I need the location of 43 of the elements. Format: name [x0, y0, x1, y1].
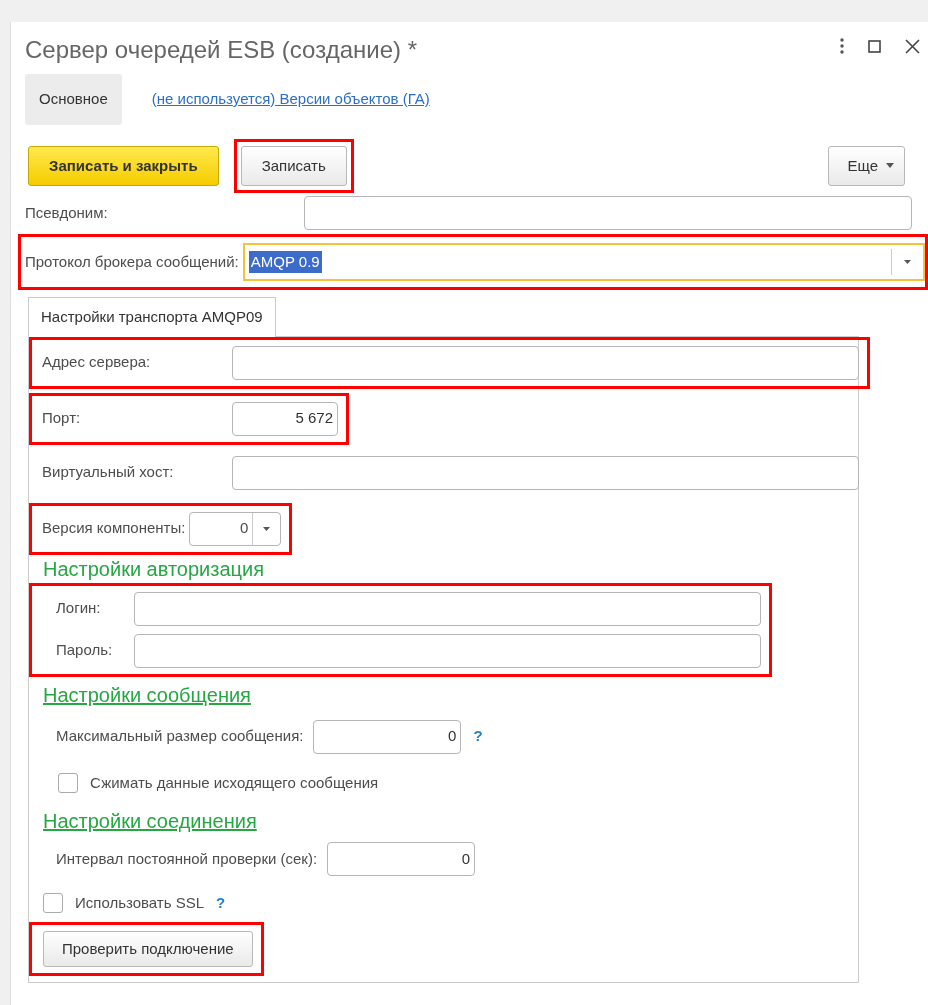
- field-label: Протокол брокера сообщений:: [25, 251, 239, 272]
- field-label: Версия компоненты:: [42, 518, 186, 539]
- caret-icon: [263, 526, 271, 531]
- maximize-icon[interactable]: [868, 39, 881, 53]
- text-field[interactable]: [134, 633, 761, 668]
- checkbox-label: Использовать SSL: [75, 893, 205, 913]
- form-tab[interactable]: (не используется) Версии объектов (ГА): [137, 74, 444, 125]
- field-label: Адрес сервера:: [42, 352, 152, 373]
- number-field[interactable]: 5 672: [232, 401, 338, 436]
- field-label: Логин:: [56, 598, 102, 619]
- text-field[interactable]: [134, 591, 761, 626]
- save-button[interactable]: Записать: [240, 145, 347, 186]
- field-label: Псевдоним:: [25, 202, 109, 223]
- field-label: Максимальный размер сообщения:: [56, 726, 304, 747]
- help-link[interactable]: ?: [216, 892, 226, 915]
- alias-field[interactable]: [304, 196, 912, 230]
- field-label: Интервал постоянной проверки (сек):: [56, 848, 318, 869]
- spin-select[interactable]: 0: [189, 511, 282, 546]
- close-icon[interactable]: [905, 38, 920, 54]
- more-button[interactable]: Еще: [828, 145, 905, 186]
- form-tab[interactable]: Основное: [25, 74, 122, 125]
- caret-icon: [904, 260, 911, 264]
- number-field[interactable]: 0: [313, 719, 462, 754]
- window-title: Сервер очередей ESB (создание) *: [25, 35, 418, 65]
- text-field[interactable]: [232, 345, 859, 380]
- check-connection-button[interactable]: Проверить подключение: [43, 930, 253, 967]
- panel-tab[interactable]: Настройки транспорта AMQP09: [28, 297, 276, 337]
- protocol-select[interactable]: AMQP 0.9: [242, 243, 925, 281]
- checkbox[interactable]: [58, 772, 78, 793]
- section-heading: Настройки сообщения: [43, 682, 251, 707]
- caret-icon: [886, 163, 894, 169]
- section-heading: Настройки авторизация: [43, 556, 265, 581]
- checkbox-label: Сжимать данные исходящего сообщения: [90, 772, 379, 793]
- field-label: Виртуальный хост:: [42, 462, 175, 483]
- text-field[interactable]: [232, 455, 859, 490]
- checkbox[interactable]: [43, 893, 63, 914]
- field-label: Пароль:: [56, 640, 114, 661]
- more-icon[interactable]: [840, 38, 844, 54]
- help-link[interactable]: ?: [473, 725, 483, 748]
- number-field[interactable]: 0: [327, 842, 476, 876]
- field-label: Порт:: [42, 408, 82, 429]
- save-and-close-button[interactable]: Записать и закрыть: [28, 145, 219, 186]
- section-heading: Настройки соединения: [43, 809, 257, 833]
